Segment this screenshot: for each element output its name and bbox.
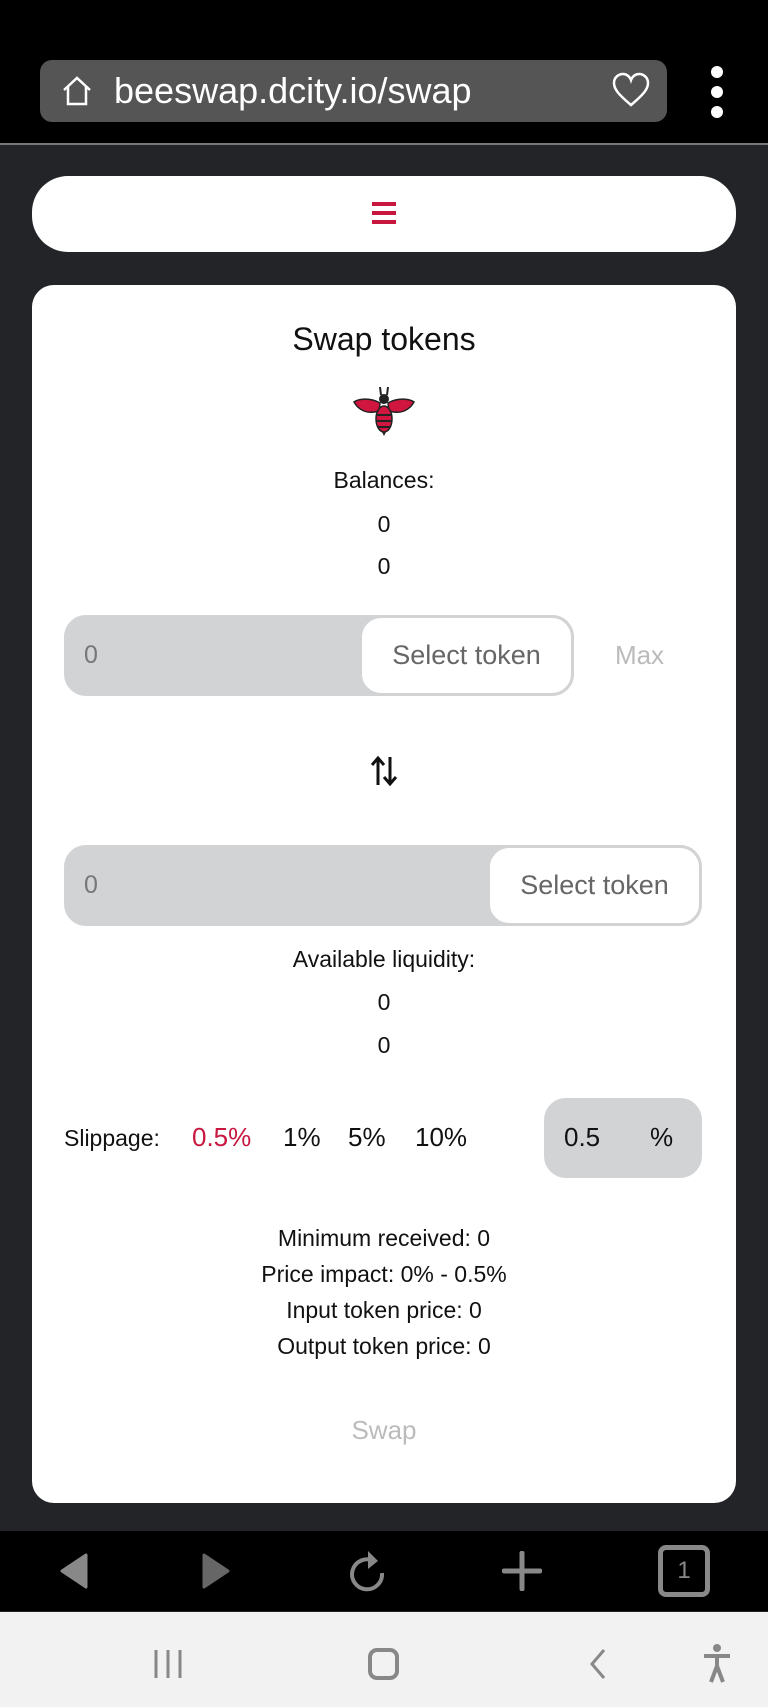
slippage-option-5[interactable]: 5% (348, 1121, 386, 1153)
back-icon[interactable] (58, 1553, 90, 1589)
recent-apps-icon[interactable] (152, 1648, 184, 1680)
slippage-option-0-5[interactable]: 0.5% (192, 1121, 251, 1153)
page-title: Swap tokens (292, 321, 476, 357)
balance-value: 0 (377, 511, 391, 537)
input-token-price: Input token price: 0 (286, 1297, 482, 1323)
output-token-price: Output token price: 0 (277, 1333, 491, 1359)
slippage-option-10[interactable]: 10% (415, 1121, 467, 1153)
tabs-button[interactable]: 1 (658, 1545, 710, 1597)
balance-value: 0 (377, 553, 391, 579)
forward-icon[interactable] (200, 1553, 232, 1589)
swap-card: Swap tokens Balances: 0 0 0 Select token… (32, 285, 736, 1503)
max-button[interactable]: Max (607, 615, 672, 696)
home-icon[interactable] (60, 74, 94, 108)
home-button-icon[interactable] (368, 1648, 399, 1680)
reload-icon[interactable] (348, 1549, 388, 1595)
custom-slippage-input[interactable]: 0.5 % (544, 1098, 702, 1178)
liquidity-label: Available liquidity: (292, 946, 476, 972)
system-back-icon[interactable] (588, 1648, 608, 1680)
heart-icon[interactable] (612, 72, 650, 108)
address-bar[interactable]: beeswap.dcity.io/swap (40, 60, 667, 122)
system-nav-bar (0, 1612, 768, 1707)
custom-slippage-unit: % (650, 1122, 674, 1152)
custom-slippage-value[interactable]: 0.5 (564, 1122, 600, 1153)
bee-logo-icon (353, 386, 415, 436)
price-impact: Price impact: 0% - 0.5% (261, 1261, 507, 1287)
new-tab-icon[interactable] (502, 1551, 542, 1591)
input-amount-value[interactable]: 0 (84, 615, 98, 696)
swap-direction-icon[interactable] (370, 755, 398, 787)
output-amount-value[interactable]: 0 (84, 845, 98, 926)
divider (0, 143, 768, 145)
balances-label: Balances: (333, 467, 435, 493)
more-menu-icon[interactable] (705, 64, 729, 120)
select-output-token-button[interactable]: Select token (487, 845, 702, 926)
browser-bottom-bar: 1 (0, 1531, 768, 1611)
slippage-option-1[interactable]: 1% (283, 1121, 321, 1153)
input-amount-field[interactable]: 0 Select token (64, 615, 574, 696)
browser-toolbar: beeswap.dcity.io/swap (0, 0, 768, 143)
url-text[interactable]: beeswap.dcity.io/swap (114, 70, 472, 112)
site-header (32, 176, 736, 252)
hamburger-icon[interactable] (371, 200, 397, 226)
select-input-token-button[interactable]: Select token (359, 615, 574, 696)
slippage-label: Slippage: (64, 1125, 160, 1151)
accessibility-icon[interactable] (702, 1644, 732, 1684)
liquidity-value: 0 (377, 989, 391, 1015)
liquidity-value: 0 (377, 1032, 391, 1058)
swap-button[interactable]: Swap (334, 1415, 434, 1446)
minimum-received: Minimum received: 0 (277, 1225, 491, 1251)
output-amount-field[interactable]: 0 Select token (64, 845, 702, 926)
